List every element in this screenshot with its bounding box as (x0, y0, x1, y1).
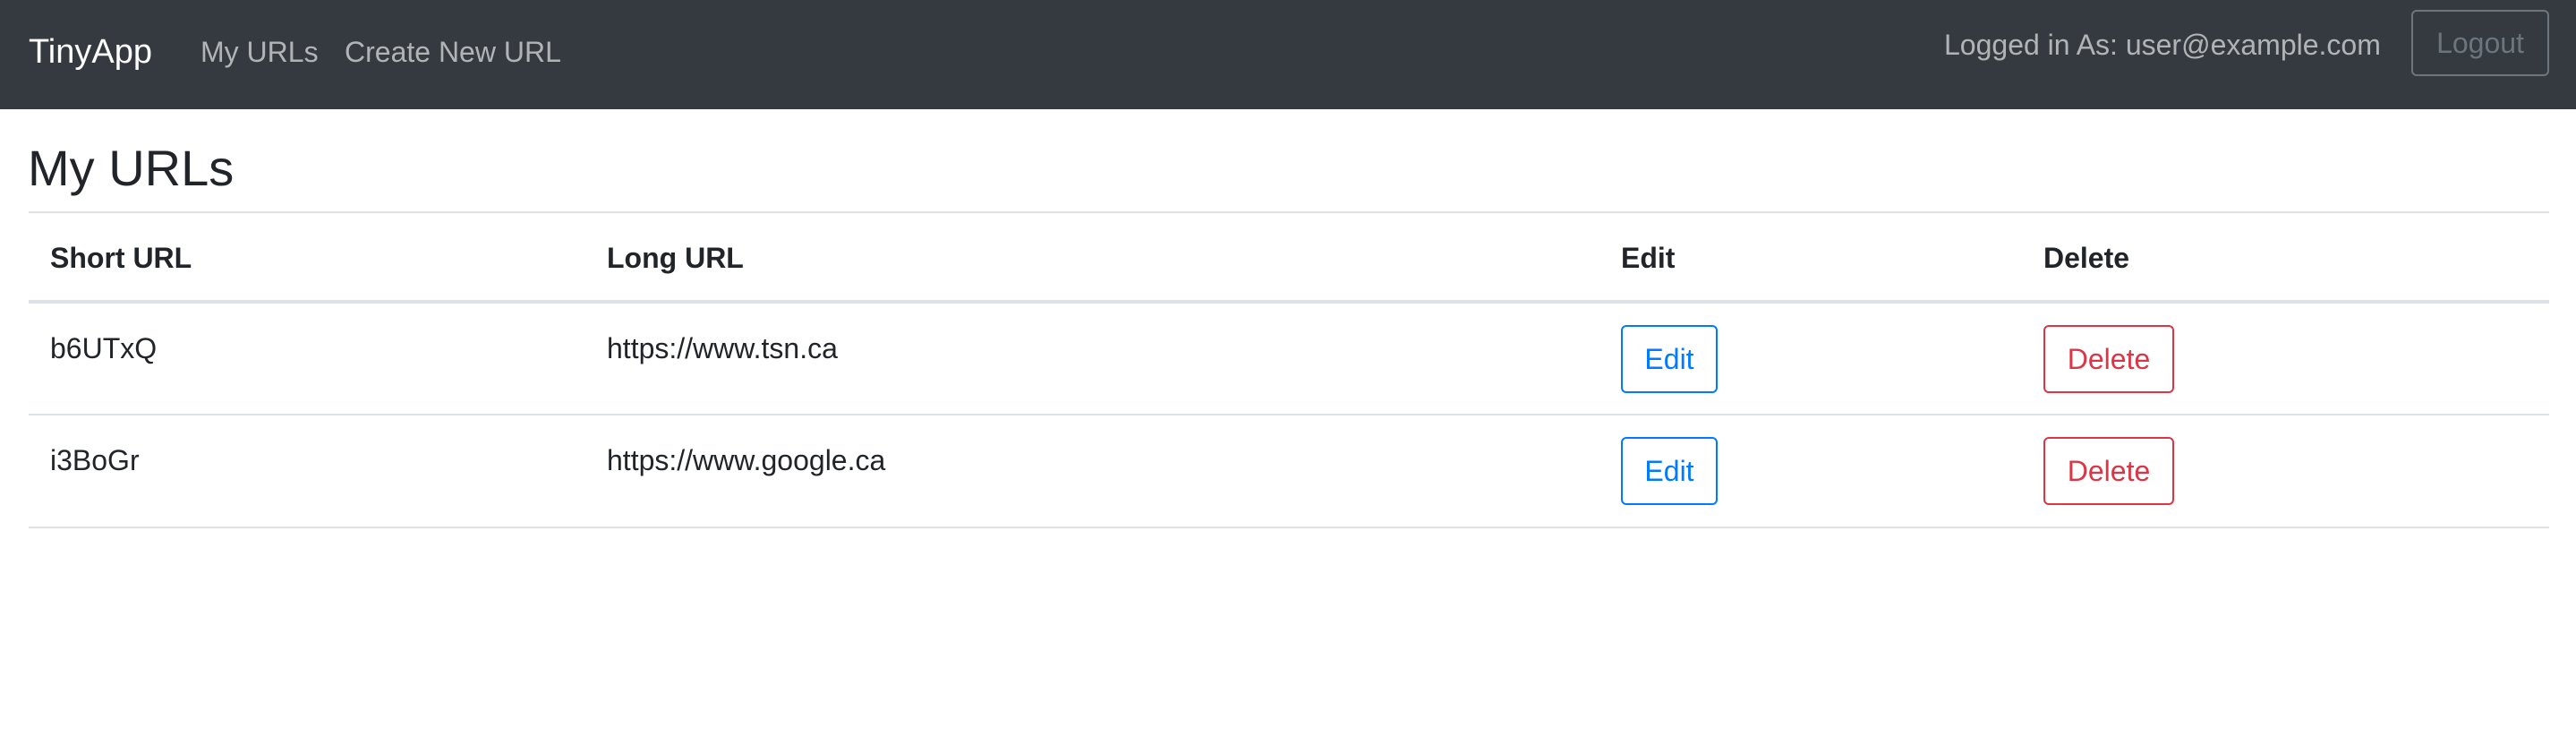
edit-cell: Edit (1599, 415, 2022, 527)
delete-cell: Delete (2022, 302, 2549, 415)
table-body: b6UTxQ https://www.tsn.ca Edit Delete i3… (29, 302, 2549, 527)
long-url-cell: https://www.google.ca (607, 444, 886, 476)
logged-in-status: Logged in As: user@example.com (1944, 29, 2381, 61)
navbar: TinyApp My URLs Create New URL Logged in… (0, 0, 2576, 109)
edit-cell: Edit (1599, 302, 2022, 415)
edit-button[interactable]: Edit (1621, 437, 1718, 505)
brand-link[interactable]: TinyApp (29, 27, 152, 77)
table-row: b6UTxQ https://www.tsn.ca Edit Delete (29, 302, 2549, 415)
page-title: My URLs (28, 140, 235, 196)
table-row: i3BoGr https://www.google.ca Edit Delete (29, 415, 2549, 527)
column-header-short-url: Short URL (50, 242, 192, 274)
delete-button[interactable]: Delete (2043, 437, 2174, 505)
long-url-cell: https://www.tsn.ca (607, 332, 838, 364)
short-url-cell: b6UTxQ (50, 332, 158, 364)
table-header: Short URL Long URL Edit Delete (29, 212, 2549, 302)
short-url-cell: i3BoGr (50, 444, 140, 476)
urls-table: Short URL Long URL Edit Delete b6UTxQ ht… (29, 211, 2549, 528)
nav-link-create-new-url[interactable]: Create New URL (345, 30, 561, 73)
nav-link-my-urls[interactable]: My URLs (200, 30, 319, 73)
table-header-row: Short URL Long URL Edit Delete (29, 212, 2549, 302)
logout-button[interactable]: Logout (2411, 10, 2549, 76)
column-header-delete: Delete (2043, 242, 2130, 274)
edit-button[interactable]: Edit (1621, 325, 1718, 393)
column-header-edit: Edit (1621, 242, 1676, 274)
delete-button[interactable]: Delete (2043, 325, 2174, 393)
delete-cell: Delete (2022, 415, 2549, 527)
column-header-long-url: Long URL (607, 242, 744, 274)
